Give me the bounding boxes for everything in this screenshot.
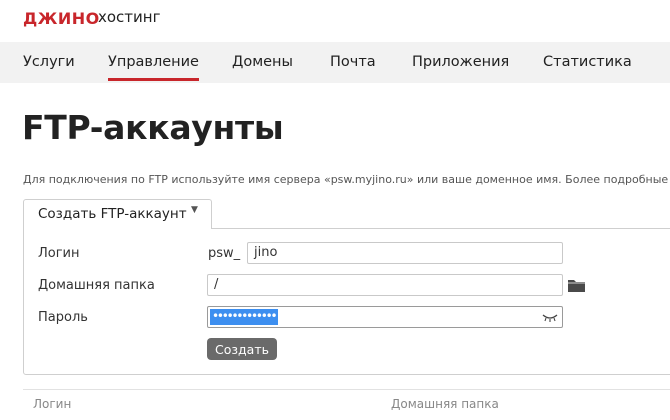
accounts-table-header: Логин Домашняя папка bbox=[23, 389, 670, 420]
column-header-login[interactable]: Логин bbox=[33, 397, 71, 411]
login-input-value: jino bbox=[254, 245, 278, 260]
page-title: FTP-аккаунты bbox=[22, 108, 284, 147]
nav-item-applications[interactable]: Приложения bbox=[412, 54, 509, 70]
password-masked-value: ••••••••••••• bbox=[212, 309, 278, 323]
caret-down-icon[interactable]: ▼ bbox=[191, 205, 198, 215]
main-nav: Услуги Управление Домены Почта Приложени… bbox=[0, 42, 670, 83]
ftp-info-text: Для подключения по FTP используйте имя с… bbox=[23, 173, 670, 186]
nav-item-mail[interactable]: Почта bbox=[330, 54, 376, 70]
nav-item-services[interactable]: Услуги bbox=[23, 54, 75, 70]
tab-label: Создать FTP-аккаунт bbox=[38, 206, 187, 222]
eye-closed-icon[interactable] bbox=[541, 311, 559, 323]
nav-item-management[interactable]: Управление bbox=[108, 54, 199, 81]
home-folder-input[interactable]: / bbox=[207, 274, 563, 296]
login-label: Логин bbox=[38, 246, 80, 261]
nav-item-domains[interactable]: Домены bbox=[232, 54, 293, 70]
folder-label: Домашняя папка bbox=[38, 278, 155, 293]
nav-item-statistics[interactable]: Статистика bbox=[543, 54, 632, 70]
brand-logo[interactable]: ДЖИНО bbox=[23, 9, 100, 28]
password-label: Пароль bbox=[38, 310, 88, 325]
column-header-home-folder[interactable]: Домашняя папка bbox=[391, 397, 499, 411]
create-button[interactable]: Создать bbox=[207, 338, 277, 360]
login-prefix: psw_ bbox=[208, 246, 241, 261]
folder-icon[interactable] bbox=[567, 277, 587, 294]
home-folder-value: / bbox=[214, 277, 219, 292]
login-input[interactable]: jino bbox=[247, 242, 563, 264]
tab-create-ftp-account[interactable]: Создать FTP-аккаунт ▼ bbox=[23, 199, 212, 229]
top-bar: ДЖИНО хостинг bbox=[0, 0, 670, 42]
brand-subtitle: хостинг bbox=[98, 8, 161, 26]
